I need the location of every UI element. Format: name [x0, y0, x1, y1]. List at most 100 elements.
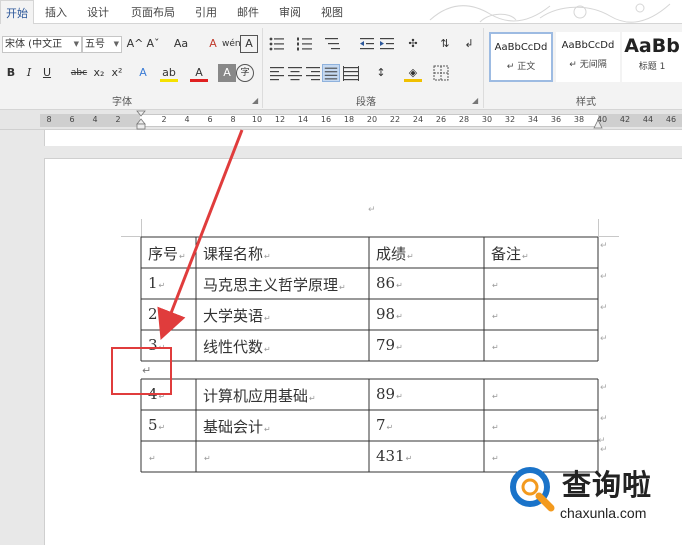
shrink-font-button[interactable]: Aˇ [144, 35, 162, 53]
table-cell[interactable]: ↵ [491, 385, 499, 403]
align-right-icon[interactable] [304, 64, 322, 82]
table-cell[interactable]: 79↵ [376, 336, 403, 354]
table-cell[interactable]: 98↵ [376, 305, 403, 323]
tab-review[interactable]: 审阅 [274, 0, 306, 24]
align-center-icon[interactable] [286, 64, 304, 82]
font-color-button[interactable]: A [190, 64, 208, 82]
cell-text: 计算机应用基础 [203, 387, 308, 405]
superscript-button[interactable]: x² [108, 64, 126, 82]
justify-icon[interactable] [322, 64, 340, 82]
sort-icon[interactable]: ⇅ [436, 35, 454, 53]
tab-page-layout[interactable]: 页面布局 [124, 0, 182, 24]
highlight-button[interactable]: ab [160, 64, 178, 82]
indent-marker-icon[interactable] [135, 110, 147, 130]
cell-end-mark: ↵ [396, 312, 403, 321]
table-cell[interactable]: 大学英语↵ [203, 305, 271, 326]
table-cell[interactable]: 计算机应用基础↵ [203, 385, 316, 406]
tab-home[interactable]: 开始 [0, 0, 34, 25]
ruler-tick: 4 [92, 115, 97, 124]
ruler-tick: 22 [390, 115, 400, 124]
italic-button[interactable]: I [20, 64, 38, 82]
font-name-combo[interactable]: 宋体 (中文正 ▼ [2, 36, 82, 53]
decrease-indent-icon[interactable] [358, 35, 376, 53]
paragraph-dialog-launcher-icon[interactable]: ◢ [472, 96, 478, 105]
show-marks-icon[interactable]: ↲ [460, 35, 478, 53]
numbering-icon[interactable] [296, 35, 314, 53]
grow-font-button[interactable]: A^ [126, 35, 144, 53]
distributed-icon[interactable] [342, 64, 360, 82]
table-cell[interactable]: ↵ [491, 336, 499, 354]
table-cell[interactable]: 7↵ [376, 416, 393, 434]
cell-end-mark: ↵ [149, 454, 156, 463]
table-cell[interactable]: ↵ [203, 447, 211, 465]
ruler-tick: 6 [69, 115, 74, 124]
table-cell[interactable]: ↵ [491, 447, 499, 465]
cell-end-mark: ↵ [309, 394, 316, 403]
table-cell[interactable]: ↵ [491, 274, 499, 292]
bullets-icon[interactable] [268, 35, 286, 53]
style-heading-1[interactable]: AaBb 标题 1 [622, 32, 682, 82]
increase-indent-icon[interactable] [378, 35, 396, 53]
table-header-cell[interactable]: 序号↵ [148, 243, 186, 264]
ruler-tick: 2 [161, 115, 166, 124]
subscript-button[interactable]: x₂ [90, 64, 108, 82]
table-cell[interactable]: 5↵ [148, 416, 165, 434]
table-cell[interactable]: ↵ [491, 416, 499, 434]
table-cell[interactable]: 线性代数↵ [203, 336, 271, 357]
table-cell[interactable]: 89↵ [376, 385, 403, 403]
cell-end-mark: ↵ [396, 343, 403, 352]
tab-insert[interactable]: 插入 [40, 0, 72, 24]
table-header-cell[interactable]: 备注↵ [491, 243, 529, 264]
style-name: 标题 1 [622, 59, 682, 72]
ruler-tick: 10 [252, 115, 262, 124]
table-header-cell[interactable]: 成绩↵ [376, 243, 414, 264]
table-cell[interactable]: ↵ [491, 305, 499, 323]
table-cell[interactable]: 马克思主义哲学原理↵ [203, 274, 346, 295]
enclose-char-button[interactable]: 字 [236, 64, 254, 82]
table-cell[interactable]: 基础会计↵ [203, 416, 271, 437]
right-indent-marker-icon[interactable] [592, 116, 604, 129]
table-cell[interactable]: 86↵ [376, 274, 403, 292]
shading-icon[interactable]: ◈ [404, 64, 422, 82]
line-spacing-icon[interactable]: ↕ [372, 64, 390, 82]
cell-end-mark: ↵ [396, 281, 403, 290]
underline-button[interactable]: U [38, 64, 56, 82]
ruler-tick: 42 [620, 115, 630, 124]
watermark-logo-icon [509, 466, 555, 512]
cell-end-mark: ↵ [264, 425, 271, 434]
table-cell[interactable]: ↵ [148, 447, 156, 465]
strikethrough-button[interactable]: abc [68, 64, 90, 82]
table-cell[interactable]: 2↵ [148, 305, 165, 323]
margin-guide [141, 219, 142, 237]
chinese-layout-icon[interactable]: ✣ [404, 35, 422, 53]
clear-format-button[interactable]: A [204, 35, 222, 53]
tab-design[interactable]: 设计 [82, 0, 114, 24]
multilevel-list-icon[interactable] [324, 35, 342, 53]
table-header-cell[interactable]: 课程名称↵ [203, 243, 271, 264]
style-normal[interactable]: AaBbCcDd ↵ 正文 [489, 32, 553, 82]
margin-guide [121, 236, 141, 237]
row-end-mark: ↵ [600, 383, 608, 393]
font-dialog-launcher-icon[interactable]: ◢ [252, 96, 258, 105]
ruler-tick: 8 [46, 115, 51, 124]
font-group-label: 字体 [112, 93, 132, 108]
borders-icon[interactable] [432, 64, 450, 82]
tab-view[interactable]: 视图 [316, 0, 348, 24]
bold-button[interactable]: B [2, 64, 20, 82]
tab-references[interactable]: 引用 [190, 0, 222, 24]
change-case-button[interactable]: Aa [168, 35, 194, 53]
table-cell[interactable]: 1↵ [148, 274, 165, 292]
align-left-icon[interactable] [268, 64, 286, 82]
table-cell[interactable]: 431↵ [376, 447, 412, 465]
tab-mailings[interactable]: 邮件 [232, 0, 264, 24]
phonetic-guide-button[interactable]: wén [222, 35, 240, 53]
char-shading-button[interactable]: A [218, 64, 236, 82]
style-no-spacing[interactable]: AaBbCcDd ↵ 无间隔 [556, 32, 620, 82]
font-size-combo[interactable]: 五号 ▼ [82, 36, 122, 53]
text-effect-button[interactable]: A [134, 64, 152, 82]
margin-guide [598, 219, 599, 237]
ruler-tick: 36 [551, 115, 561, 124]
horizontal-ruler[interactable]: 8 6 4 2 2 4 6 8 10 12 14 16 18 20 22 24 26 28 30 32 34 36 38 40… [0, 110, 682, 130]
char-border-button[interactable]: A [240, 35, 258, 53]
style-name: ↵ 无间隔 [556, 57, 620, 70]
